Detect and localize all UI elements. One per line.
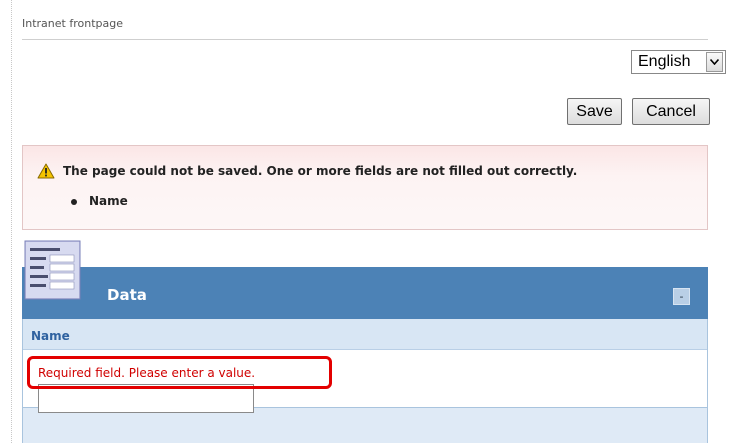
chevron-down-icon[interactable] bbox=[706, 52, 723, 72]
section-header: Data - bbox=[22, 267, 708, 319]
error-field-item: Name bbox=[71, 194, 128, 208]
name-field-label: Name bbox=[31, 329, 70, 343]
language-select-value: English bbox=[638, 53, 691, 70]
error-message: The page could not be saved. One or more… bbox=[63, 164, 578, 178]
section-title: Data bbox=[107, 286, 147, 304]
left-dotted-border bbox=[11, 0, 12, 443]
breadcrumb[interactable]: Intranet frontpage bbox=[22, 17, 123, 30]
save-button[interactable]: Save bbox=[567, 98, 622, 125]
cancel-button[interactable]: Cancel bbox=[632, 98, 710, 125]
header-divider bbox=[22, 39, 708, 40]
language-select[interactable]: English bbox=[631, 50, 726, 74]
collapse-button[interactable]: - bbox=[673, 288, 690, 305]
validation-summary: The page could not be saved. One or more… bbox=[22, 145, 708, 230]
bullet-dot bbox=[71, 198, 77, 205]
error-highlight-box bbox=[27, 356, 332, 389]
document-icon bbox=[24, 240, 81, 300]
field-label-row: Name bbox=[23, 319, 707, 350]
warning-icon bbox=[37, 163, 55, 179]
error-field-name: Name bbox=[89, 194, 128, 208]
